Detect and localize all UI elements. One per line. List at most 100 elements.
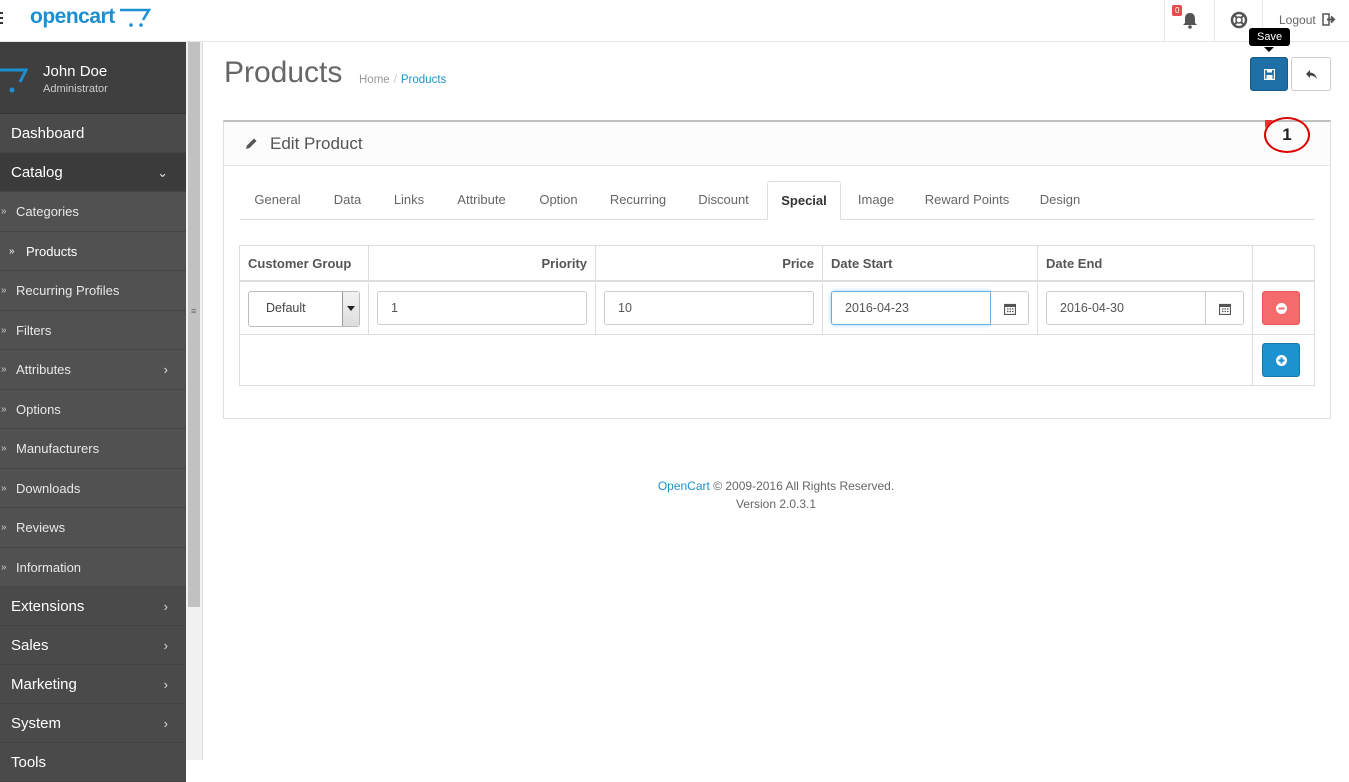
priority-input[interactable]: 1	[377, 291, 587, 325]
table-cell	[1253, 335, 1315, 386]
chevron-right-icon: ›	[163, 677, 168, 692]
tab-data[interactable]: Data	[320, 181, 375, 220]
sidebar-item-label: Catalog	[11, 164, 63, 181]
sidebar-item-label: Categories	[16, 204, 79, 219]
breadcrumb-products[interactable]: Products	[401, 74, 446, 86]
sidebar-item-options[interactable]: » Options	[0, 389, 186, 429]
user-profile[interactable]: John Doe Administrator	[0, 42, 186, 114]
sidebar-item-system[interactable]: System ›	[0, 704, 186, 743]
sidebar-item-reviews[interactable]: » Reviews	[0, 508, 186, 548]
page-footer: OpenCart © 2009-2016 All Rights Reserved…	[603, 477, 949, 513]
breadcrumb-home[interactable]: Home	[359, 74, 390, 86]
profile-name: John Doe	[43, 63, 108, 80]
footer-version: Version 2.0.3.1	[735, 497, 817, 511]
table-cell: 1	[369, 283, 596, 335]
double-chevron-icon: »	[1, 561, 7, 573]
header-action	[1253, 246, 1315, 282]
sidebar-item-information[interactable]: » Information	[0, 547, 186, 587]
tab-option[interactable]: Option	[525, 181, 592, 220]
save-button[interactable]	[1250, 57, 1288, 91]
tab-links[interactable]: Links	[380, 181, 438, 220]
menu-toggle-icon[interactable]	[0, 12, 4, 26]
customer-group-select[interactable]: Default	[248, 291, 360, 327]
header-date-end: Date End	[1038, 246, 1253, 282]
sidebar-item-catalog[interactable]: Catalog ⌄	[0, 153, 186, 192]
table-cell: 2016-04-23	[823, 283, 1038, 335]
scrollbar-thumb[interactable]	[188, 42, 200, 607]
double-chevron-icon: »	[1, 403, 7, 415]
sign-out-icon	[1322, 13, 1336, 26]
sidebar-item-label: Extensions	[11, 598, 85, 615]
select-arrow[interactable]	[342, 292, 359, 326]
sidebar-item-marketing[interactable]: Marketing ›	[0, 665, 186, 704]
opencart-footer-link[interactable]: OpenCart	[658, 479, 710, 493]
table-cell: 10	[596, 283, 823, 335]
sidebar-scrollbar[interactable]	[186, 42, 203, 760]
opencart-logo[interactable]: opencart	[30, 5, 115, 29]
chevron-right-icon: ›	[163, 599, 168, 614]
sidebar-item-label: Attributes	[16, 362, 71, 377]
sidebar-item-products[interactable]: » Products	[0, 231, 186, 271]
table-footer-spacer	[240, 335, 1253, 386]
sidebar-item-label: Marketing	[11, 676, 77, 693]
tab-recurring[interactable]: Recurring	[597, 181, 679, 220]
caret-down-icon	[347, 306, 355, 311]
date-start-calendar-button[interactable]	[991, 291, 1029, 325]
sidebar-item-label: Downloads	[16, 480, 81, 496]
logo-cart-icon	[120, 8, 151, 27]
sidebar-item-filters[interactable]: » Filters	[0, 310, 186, 350]
double-chevron-icon: »	[1, 324, 7, 336]
sidebar-item-label: Reviews	[16, 520, 66, 535]
date-end-calendar-button[interactable]	[1206, 291, 1244, 325]
sidebar-item-dashboard[interactable]: Dashboard	[0, 114, 186, 153]
sidebar-item-label: Manufacturers	[16, 441, 100, 456]
remove-special-button[interactable]	[1262, 291, 1300, 325]
sidebar-item-downloads[interactable]: » Downloads	[0, 468, 186, 508]
save-tooltip: Save	[1249, 28, 1291, 46]
select-value: Default	[266, 301, 306, 315]
header-price: Price	[596, 246, 823, 282]
sidebar-item-tools[interactable]: Tools	[0, 743, 186, 782]
notifications-button[interactable]: 0	[1164, 0, 1214, 42]
double-chevron-icon: »	[1, 364, 7, 375]
sidebar-item-manufacturers[interactable]: » Manufacturers	[0, 429, 186, 469]
double-chevron-icon: »	[1, 482, 7, 494]
back-button[interactable]	[1291, 57, 1331, 91]
double-chevron-icon: »	[1, 522, 7, 533]
logout-label: Logout	[1279, 13, 1316, 27]
sidebar-item-categories[interactable]: » Categories	[0, 192, 186, 232]
sidebar-item-extensions[interactable]: Extensions ›	[0, 587, 186, 626]
avatar-cart-icon	[0, 68, 29, 93]
tooltip-arrow	[1264, 47, 1274, 52]
add-special-button[interactable]	[1262, 343, 1300, 377]
table-cell	[1253, 283, 1315, 335]
double-chevron-icon: »	[1, 443, 7, 454]
tab-design[interactable]: Design	[1028, 181, 1092, 220]
sidebar-item-label: Information	[16, 559, 82, 575]
calendar-icon	[1219, 303, 1231, 315]
date-start-input[interactable]: 2016-04-23	[831, 291, 991, 325]
header-priority: Priority	[369, 246, 596, 282]
bell-icon	[1183, 13, 1197, 29]
plus-circle-icon	[1276, 355, 1287, 366]
price-input[interactable]: 10	[604, 291, 814, 325]
profile-role: Administrator	[43, 83, 108, 95]
sidebar-item-sales[interactable]: Sales ›	[0, 626, 186, 665]
tab-special[interactable]: Special	[767, 181, 841, 220]
date-end-input[interactable]: 2016-04-30	[1046, 291, 1206, 325]
page-title: Products	[224, 56, 343, 89]
sidebar-item-attributes[interactable]: » Attributes ›	[0, 350, 186, 390]
tab-attribute[interactable]: Attribute	[443, 181, 520, 220]
tab-reward-points[interactable]: Reward Points	[911, 181, 1023, 220]
tab-discount[interactable]: Discount	[684, 181, 763, 220]
sidebar-item-recurring-profiles[interactable]: » Recurring Profiles	[0, 271, 186, 311]
header-customer-group: Customer Group	[240, 246, 369, 282]
sidebar: John Doe Administrator Dashboard Catalog…	[0, 42, 186, 782]
header-date-start: Date Start	[823, 246, 1038, 282]
sidebar-item-label: Recurring Profiles	[16, 283, 120, 298]
chevron-right-icon: ›	[163, 362, 168, 377]
sidebar-item-label: Sales	[11, 637, 49, 654]
minus-circle-icon	[1276, 303, 1287, 314]
tab-general[interactable]: General	[240, 181, 315, 220]
tab-image[interactable]: Image	[846, 181, 906, 220]
